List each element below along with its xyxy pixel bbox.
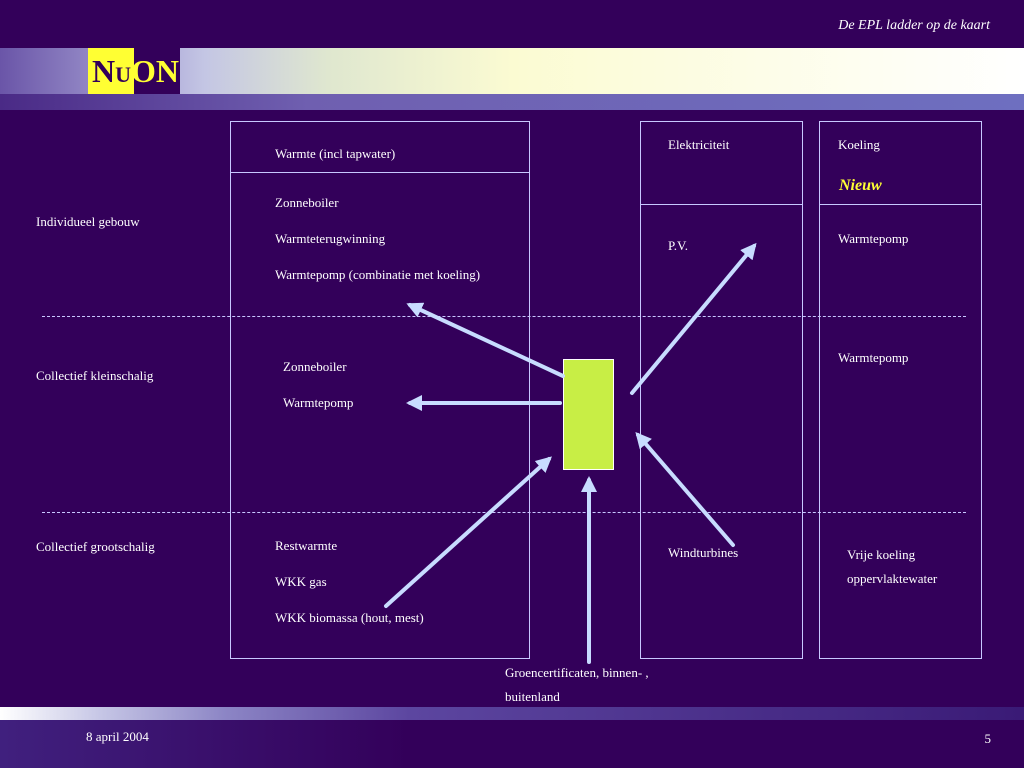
arrow-from-windturbines [635, 431, 735, 547]
footer-shade [0, 720, 1024, 768]
page-number: 5 [984, 731, 992, 746]
footer-band [0, 707, 1024, 720]
groencertificaten-label-2: buitenland [505, 689, 560, 704]
arrows-layer [384, 242, 757, 664]
groencertificaten-label: Groencertificaten, binnen- , [505, 665, 649, 680]
footer-date: 8 april 2004 [86, 729, 149, 744]
arrow-to-warmtepomp-individueel [406, 302, 565, 378]
arrow-from-wkk [384, 456, 552, 608]
arrow-to-pv [630, 242, 757, 395]
